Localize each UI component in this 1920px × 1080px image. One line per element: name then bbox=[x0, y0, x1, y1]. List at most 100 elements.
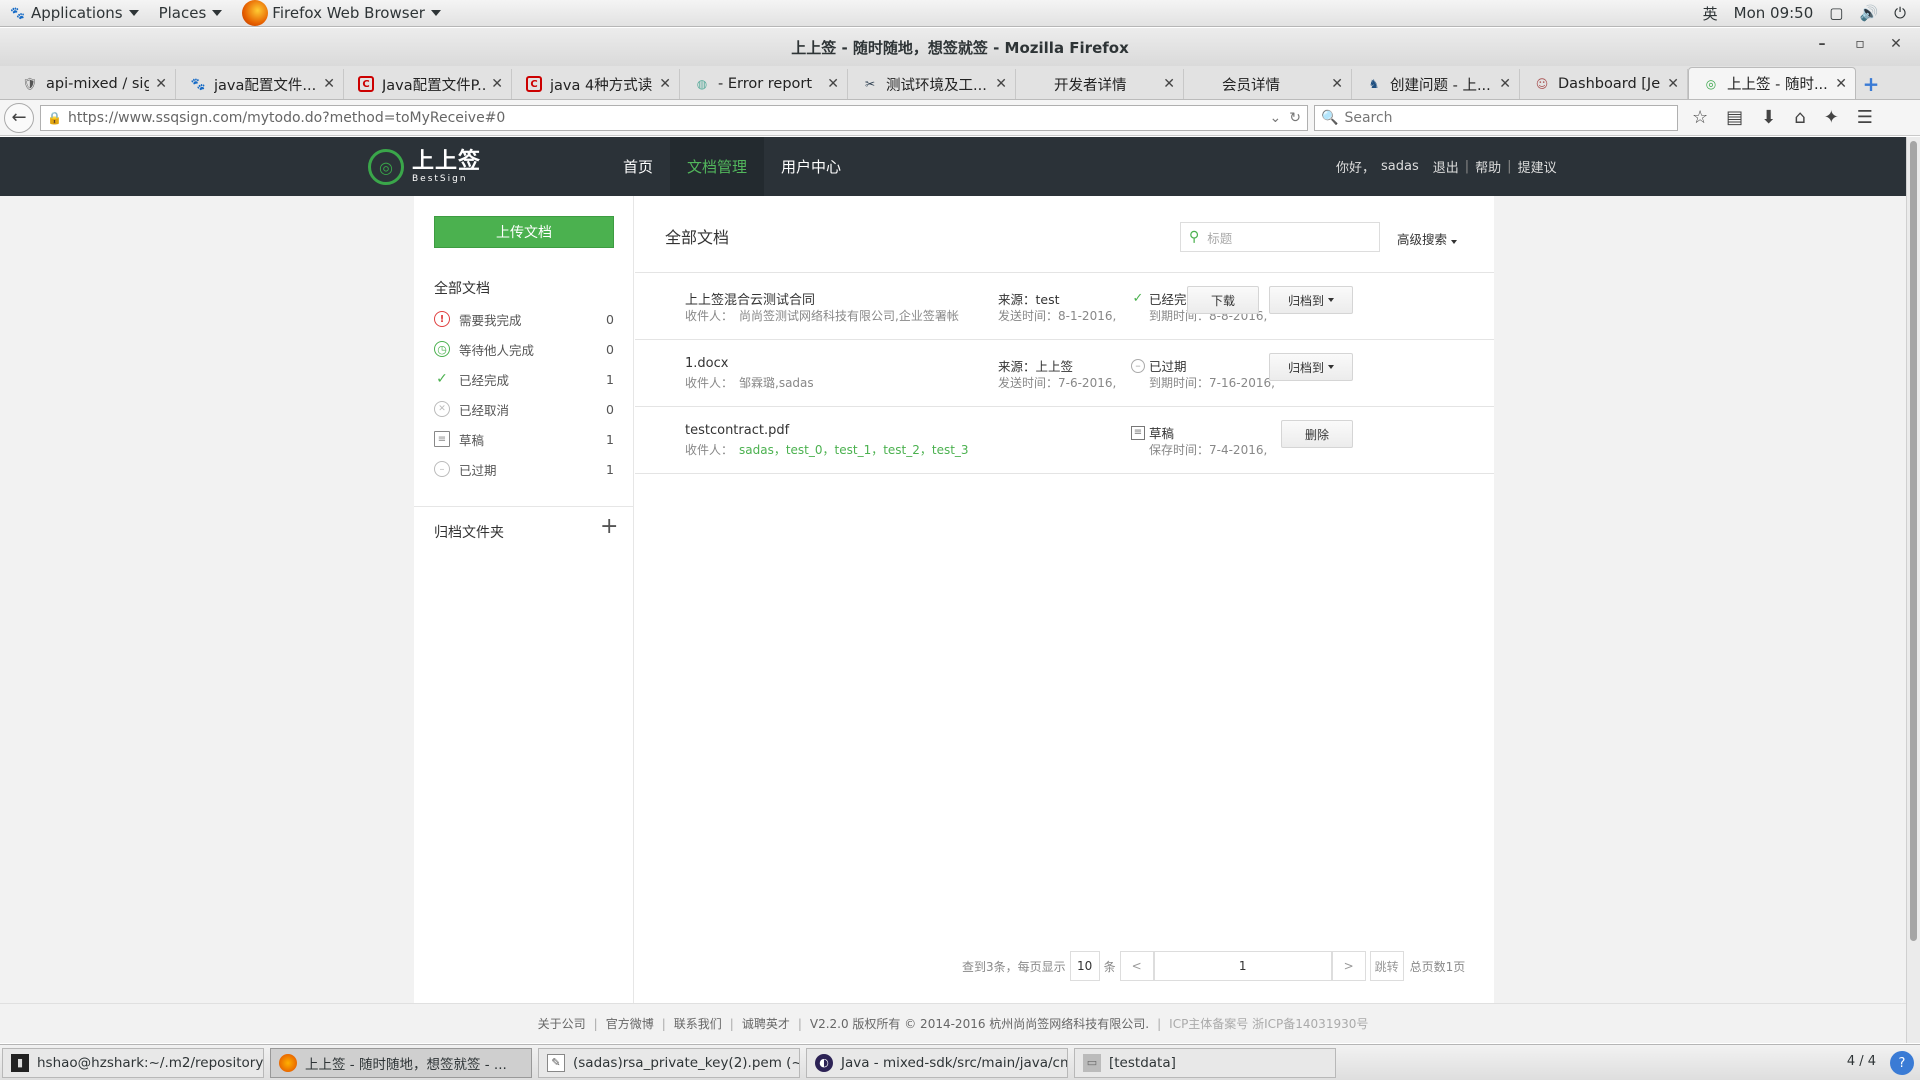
close-icon[interactable]: ✕ bbox=[155, 76, 167, 92]
close-icon[interactable]: ✕ bbox=[1331, 76, 1343, 92]
logout-link[interactable]: 退出 bbox=[1433, 157, 1459, 176]
nav-item-user-center[interactable]: 用户中心 bbox=[764, 137, 858, 196]
archive-to-dropdown[interactable]: 归档到 bbox=[1269, 353, 1353, 381]
dropdown-arrow-icon[interactable]: ⌄ bbox=[1270, 110, 1282, 126]
document-recipients: 收件人： 邹霖璐,sadas bbox=[685, 374, 975, 391]
prev-page-button[interactable]: < bbox=[1119, 951, 1154, 981]
close-icon[interactable]: ✕ bbox=[1667, 76, 1679, 92]
footer-link-weibo[interactable]: 官方微博 bbox=[606, 1015, 654, 1032]
taskbar-window-button[interactable]: ▮ hshao@hzshark:~/.m2/repository/... bbox=[2, 1047, 264, 1078]
browser-tab[interactable]: 开发者详情 ✕ bbox=[1016, 69, 1184, 99]
taskbar-window-label: Java - mixed-sdk/src/main/java/cn... bbox=[841, 1054, 1068, 1071]
footer-link-about[interactable]: 关于公司 bbox=[538, 1015, 586, 1032]
blank-icon bbox=[1198, 76, 1214, 92]
download-icon[interactable]: ⬇ bbox=[1761, 107, 1776, 128]
scrollbar-thumb[interactable] bbox=[1910, 141, 1917, 941]
browser-tab[interactable]: Cjava 4种方式读... ✕ bbox=[512, 69, 680, 99]
close-window-icon[interactable]: ✕ bbox=[1884, 36, 1908, 52]
close-icon[interactable]: ✕ bbox=[659, 76, 671, 92]
browser-tab[interactable]: C Java配置文件P... ✕ bbox=[344, 69, 512, 99]
download-button[interactable]: 下载 bbox=[1187, 286, 1259, 314]
sidebar-filter-item[interactable]: ≡ 草稿 1 bbox=[434, 424, 614, 454]
footer-link-contact[interactable]: 联系我们 bbox=[674, 1015, 722, 1032]
footer-link-jobs[interactable]: 诚聘英才 bbox=[742, 1015, 790, 1032]
places-menu[interactable]: Places bbox=[149, 0, 233, 27]
eclipse-icon: ◐ bbox=[815, 1053, 833, 1072]
document-name[interactable]: testcontract.pdf bbox=[685, 423, 789, 438]
taskbar-window-button[interactable]: ● 上上签 - 随时随地，想签就签 - ... bbox=[270, 1047, 532, 1078]
feedback-link[interactable]: 提建议 bbox=[1518, 157, 1557, 176]
minimize-icon[interactable]: – bbox=[1810, 36, 1834, 52]
close-icon[interactable]: ✕ bbox=[323, 76, 335, 92]
sidebar-filter-item[interactable]: ✓ 已经完成 1 bbox=[434, 364, 614, 394]
per-page-input[interactable]: 10 bbox=[1069, 951, 1100, 981]
upload-document-button[interactable]: 上传文档 bbox=[434, 216, 614, 248]
browser-tab[interactable]: 会员详情 ✕ bbox=[1184, 69, 1352, 99]
nav-item-home[interactable]: 首页 bbox=[606, 137, 670, 196]
help-icon[interactable]: ? bbox=[1890, 1051, 1914, 1075]
page-number-input[interactable]: 1 bbox=[1153, 951, 1332, 981]
maximize-icon[interactable]: ▫ bbox=[1848, 36, 1872, 52]
close-icon[interactable]: ✕ bbox=[491, 76, 503, 92]
taskbar-window-button[interactable]: ◐ Java - mixed-sdk/src/main/java/cn... bbox=[806, 1047, 1068, 1078]
reading-list-icon[interactable]: ▤ bbox=[1726, 107, 1743, 128]
separator: | bbox=[593, 1016, 598, 1031]
url-bar[interactable]: 🔒 https://www.ssqsign.com/mytodo.do?meth… bbox=[40, 104, 1308, 131]
sidebar-filter-item[interactable]: ◷ 等待他人完成 0 bbox=[434, 334, 614, 364]
close-icon[interactable]: ✕ bbox=[827, 76, 839, 92]
applications-menu[interactable]: 🐾 Applications bbox=[0, 0, 149, 27]
page-scrollbar[interactable] bbox=[1906, 137, 1920, 1043]
bookmark-star-icon[interactable]: ☆ bbox=[1692, 107, 1708, 128]
search-bar[interactable]: 🔍 Search bbox=[1314, 104, 1678, 131]
sidebar-filter-item[interactable]: ✕ 已经取消 0 bbox=[434, 394, 614, 424]
help-link[interactable]: 帮助 bbox=[1475, 157, 1501, 176]
home-icon[interactable]: ⌂ bbox=[1794, 107, 1805, 128]
document-due-time: 到期时间：7-16-2016, bbox=[1149, 376, 1275, 390]
bestsign-logo[interactable]: ◎ 上上签 BestSign bbox=[368, 149, 481, 185]
tab-label: Dashboard [Je... bbox=[1558, 76, 1661, 92]
nav-item-documents[interactable]: 文档管理 bbox=[670, 137, 765, 196]
chevron-down-icon bbox=[430, 10, 441, 16]
title-search-input[interactable]: ⚲ 标题 bbox=[1180, 222, 1380, 252]
taskbar-window-button[interactable]: ✎ (sadas)rsa_private_key(2).pem (~/... bbox=[538, 1047, 800, 1078]
browser-tab[interactable]: ♞ 创建问题 - 上... ✕ bbox=[1352, 69, 1520, 99]
hamburger-menu-icon[interactable]: ☰ bbox=[1857, 107, 1873, 128]
extension-icon[interactable]: ✦ bbox=[1824, 107, 1839, 128]
icp-record[interactable]: ICP主体备案号 浙ICP备14031930号 bbox=[1169, 1015, 1368, 1032]
taskbar-window-button[interactable]: ▭ [testdata] bbox=[1074, 1047, 1336, 1078]
browser-tab[interactable]: ◍ - Error report ✕ bbox=[680, 69, 848, 99]
clock[interactable]: Mon 09:50 bbox=[1734, 4, 1814, 22]
screen-icon[interactable]: ▢ bbox=[1829, 4, 1843, 22]
close-icon[interactable]: ✕ bbox=[1835, 76, 1847, 92]
all-documents-link[interactable]: 全部文档 bbox=[434, 278, 490, 298]
back-button[interactable]: ← bbox=[4, 102, 34, 133]
close-icon[interactable]: ✕ bbox=[1499, 76, 1511, 92]
browser-tab[interactable]: 🛡 api-mixed / sig... ✕ bbox=[8, 69, 176, 99]
sidebar-filter-item[interactable]: – 已过期 1 bbox=[434, 454, 614, 484]
input-method-indicator[interactable]: 英 bbox=[1703, 3, 1718, 24]
advanced-search-dropdown[interactable]: 高级搜索 bbox=[1397, 229, 1458, 248]
add-folder-button[interactable]: + bbox=[600, 514, 618, 539]
cancel-icon: ✕ bbox=[434, 401, 450, 417]
jump-button[interactable]: 跳转 bbox=[1369, 951, 1404, 981]
document-name[interactable]: 上上签混合云测试合同 bbox=[685, 289, 815, 308]
delete-button[interactable]: 删除 bbox=[1281, 420, 1353, 448]
browser-tab[interactable]: ✂ 测试环境及工... ✕ bbox=[848, 69, 1016, 99]
workspace-indicator[interactable]: 4 / 4 bbox=[1847, 1054, 1876, 1069]
browser-tab[interactable]: 🐾 java配置文件... ✕ bbox=[176, 69, 344, 99]
browser-tab[interactable]: ☺ Dashboard [Je... ✕ bbox=[1520, 69, 1688, 99]
next-page-button[interactable]: > bbox=[1331, 951, 1366, 981]
archive-to-dropdown[interactable]: 归档到 bbox=[1269, 286, 1353, 314]
active-app-menu[interactable]: Firefox Web Browser bbox=[232, 0, 451, 27]
document-name[interactable]: 1.docx bbox=[685, 356, 728, 371]
reload-icon[interactable]: ↻ bbox=[1289, 110, 1301, 126]
power-icon[interactable]: ⏻ bbox=[1894, 4, 1906, 22]
new-tab-button[interactable]: + bbox=[1856, 69, 1886, 99]
sidebar-item-label: 已经完成 bbox=[459, 372, 510, 388]
close-icon[interactable]: ✕ bbox=[1163, 76, 1175, 92]
close-icon[interactable]: ✕ bbox=[995, 76, 1007, 92]
lock-icon: 🔒 bbox=[47, 110, 62, 125]
sidebar-filter-item[interactable]: ! 需要我完成 0 bbox=[434, 304, 614, 334]
volume-icon[interactable]: 🔊 bbox=[1859, 4, 1878, 22]
browser-tab[interactable]: ◎ 上上签 - 随时... ✕ bbox=[1688, 67, 1856, 99]
